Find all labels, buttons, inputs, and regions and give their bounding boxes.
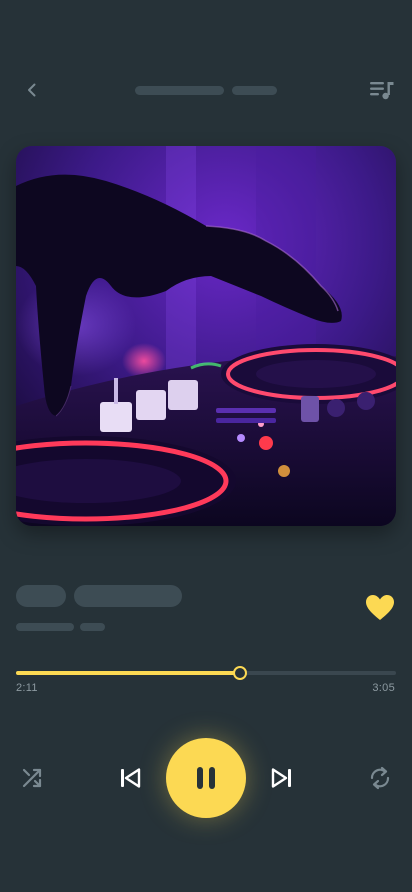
pause-button[interactable]: [166, 738, 246, 818]
previous-button[interactable]: [114, 762, 146, 794]
title-placeholder-primary: [135, 86, 224, 95]
chevron-left-icon: [28, 83, 36, 97]
track-title-placeholder-2: [74, 585, 182, 607]
repeat-button[interactable]: [364, 762, 396, 794]
album-art: [16, 146, 396, 526]
like-button[interactable]: [363, 592, 397, 624]
next-button[interactable]: [266, 762, 298, 794]
skip-previous-icon: [121, 768, 141, 788]
album-art-image: [16, 146, 396, 526]
total-time: 3:05: [372, 682, 395, 694]
shuffle-button[interactable]: [16, 762, 48, 794]
skip-next-icon: [271, 768, 291, 788]
heart-icon: [366, 595, 394, 620]
playlist-music-icon: [370, 82, 394, 100]
artist-placeholder-1: [16, 623, 74, 631]
repeat-icon: [370, 766, 390, 790]
track-title-placeholder-1: [16, 585, 66, 607]
progress-fill: [16, 671, 240, 675]
progress-slider[interactable]: [16, 664, 396, 682]
elapsed-time: 2:11: [16, 682, 38, 694]
playback-controls: [0, 738, 412, 818]
queue-button[interactable]: [366, 76, 398, 104]
shuffle-icon: [22, 768, 42, 788]
pause-icon: [197, 767, 215, 789]
artist-placeholder-2: [80, 623, 105, 631]
music-player-screen: 2:11 3:05: [0, 0, 412, 892]
title-placeholder-secondary: [232, 86, 277, 95]
progress-thumb[interactable]: [233, 666, 247, 680]
back-button[interactable]: [16, 74, 48, 106]
